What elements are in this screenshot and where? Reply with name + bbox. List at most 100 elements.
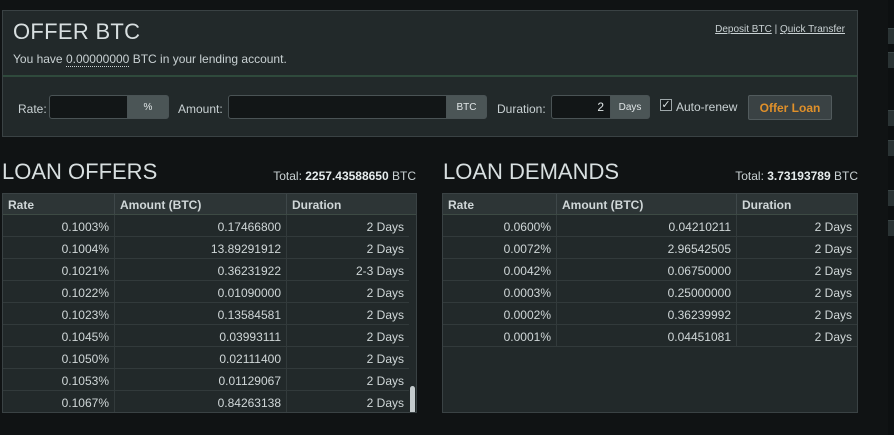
rate-cell: 0.1023% <box>3 303 115 324</box>
rate-label: Rate: <box>18 102 47 116</box>
rate-cell: 0.0001% <box>443 325 557 346</box>
scrollbar-thumb[interactable] <box>410 386 415 412</box>
rate-cell: 0.1004% <box>3 237 115 258</box>
table-row[interactable]: 0.0002% 0.36239992 2 Days <box>443 303 857 325</box>
duration-input[interactable] <box>551 95 611 119</box>
amount-cell: 0.01090000 <box>115 281 287 302</box>
total-value: 3.73193789 <box>767 169 831 183</box>
rate-cell: 0.1067% <box>3 391 115 412</box>
right-edge-panel <box>888 0 894 435</box>
rate-cell: 0.1045% <box>3 325 115 346</box>
column-header-rate[interactable]: Rate <box>443 194 557 214</box>
edge-segment <box>888 28 894 44</box>
quick-transfer-link[interactable]: Quick Transfer <box>780 24 845 35</box>
edge-segment <box>888 140 894 156</box>
table-row[interactable]: 0.1045% 0.03993111 2 Days <box>3 325 416 347</box>
column-header-rate[interactable]: Rate <box>3 194 115 214</box>
autorenew-checkbox[interactable]: ✓ <box>660 99 672 111</box>
scrollbar[interactable] <box>409 216 416 412</box>
amount-cell: 0.17466800 <box>115 215 287 236</box>
rate-unit: % <box>127 95 169 119</box>
amount-label: Amount: <box>178 102 223 116</box>
edge-segment <box>888 220 894 236</box>
duration-cell: 2 Days <box>366 396 404 410</box>
total-unit: BTC <box>830 169 858 183</box>
column-header-amount[interactable]: Amount (BTC) <box>115 194 287 214</box>
column-header-duration[interactable]: Duration <box>287 194 416 214</box>
rate-input[interactable] <box>49 95 129 119</box>
offer-loan-button[interactable]: Offer Loan <box>748 95 832 120</box>
amount-cell: 0.36239992 <box>557 303 737 324</box>
edge-segment <box>888 110 894 126</box>
amount-cell: 0.01129067 <box>115 369 287 390</box>
balance-suffix: BTC in your lending account. <box>129 52 287 66</box>
amount-cell: 0.84263138 <box>115 391 287 412</box>
rate-cell: 0.1021% <box>3 259 115 280</box>
table-row[interactable]: 0.0600% 0.04210211 2 Days <box>443 215 857 237</box>
link-separator: | <box>771 24 780 35</box>
duration-cell: 2 Days <box>814 330 852 344</box>
table-row[interactable]: 0.0001% 0.04451081 2 Days <box>443 325 857 347</box>
rate-cell: 0.0072% <box>443 237 557 258</box>
table-row[interactable]: 0.1023% 0.13584581 2 Days <box>3 303 416 325</box>
total-unit: BTC <box>388 169 416 183</box>
amount-cell: 0.06750000 <box>557 259 737 280</box>
amount-cell: 13.89291912 <box>115 237 287 258</box>
rate-cell: 0.0003% <box>443 281 557 302</box>
rate-cell: 0.0002% <box>443 303 557 324</box>
offer-title: OFFER BTC <box>13 19 141 44</box>
amount-cell: 0.04451081 <box>557 325 737 346</box>
offer-links: Deposit BTC | Quick Transfer <box>715 24 845 35</box>
amount-unit: BTC <box>446 95 487 119</box>
table-row[interactable]: 0.1003% 0.17466800 2 Days <box>3 215 416 237</box>
amount-cell: 2.96542505 <box>557 237 737 258</box>
duration-cell: 2 Days <box>814 286 852 300</box>
amount-input[interactable] <box>228 95 448 119</box>
rate-cell: 0.0600% <box>443 215 557 236</box>
duration-cell: 2 Days <box>814 242 852 256</box>
table-row[interactable]: 0.1004% 13.89291912 2 Days <box>3 237 416 259</box>
offer-panel: OFFER BTC Deposit BTC | Quick Transfer Y… <box>2 10 858 137</box>
loan-offers-table[interactable]: Rate Amount (BTC) Duration 0.1003% 0.1746… <box>2 193 417 413</box>
table-row[interactable]: 0.0003% 0.25000000 2 Days <box>443 281 857 303</box>
table-row[interactable]: 0.1053% 0.01129067 2 Days <box>3 369 416 391</box>
column-header-amount[interactable]: Amount (BTC) <box>557 194 737 214</box>
table-row[interactable]: 0.0042% 0.06750000 2 Days <box>443 259 857 281</box>
total-label: Total: <box>735 169 768 183</box>
duration-label: Duration: <box>497 102 546 116</box>
lending-balance: You have 0.00000000 BTC in your lending … <box>13 52 287 67</box>
balance-amount[interactable]: 0.00000000 <box>65 52 130 67</box>
table-row[interactable]: 0.1050% 0.02111400 2 Days <box>3 347 416 369</box>
table-header: Rate Amount (BTC) Duration <box>443 194 857 215</box>
duration-cell: 2 Days <box>366 286 404 300</box>
duration-cell: 2 Days <box>814 264 852 278</box>
total-value: 2257.43588650 <box>305 169 389 183</box>
edge-segment <box>888 190 894 206</box>
rate-cell: 0.1050% <box>3 347 115 368</box>
balance-prefix: You have <box>13 52 66 66</box>
deposit-btc-link[interactable]: Deposit BTC <box>715 24 772 35</box>
loan-offers-total: Total: 2257.43588650 BTC <box>273 169 416 183</box>
loan-demands-table[interactable]: Rate Amount (BTC) Duration 0.0600% 0.0421… <box>442 193 858 413</box>
table-row[interactable]: 0.1067% 0.84263138 2 Days <box>3 391 416 412</box>
duration-cell: 2 Days <box>814 220 852 234</box>
amount-cell: 0.04210211 <box>557 215 737 236</box>
table-row[interactable]: 0.1022% 0.01090000 2 Days <box>3 281 416 303</box>
duration-cell: 2 Days <box>366 374 404 388</box>
table-row[interactable]: 0.0072% 2.96542505 2 Days <box>443 237 857 259</box>
duration-cell: 2 Days <box>366 308 404 322</box>
column-header-duration[interactable]: Duration <box>737 194 857 214</box>
duration-cell: 2 Days <box>366 220 404 234</box>
rate-cell: 0.1022% <box>3 281 115 302</box>
rate-cell: 0.1053% <box>3 369 115 390</box>
table-row[interactable]: 0.1021% 0.36231922 2-3 Days <box>3 259 416 281</box>
amount-cell: 0.25000000 <box>557 281 737 302</box>
amount-cell: 0.03993111 <box>115 325 287 346</box>
loan-demands-total: Total: 3.73193789 BTC <box>735 169 858 183</box>
autorenew-label[interactable]: Auto-renew <box>676 100 737 114</box>
duration-cell: 2 Days <box>366 242 404 256</box>
amount-cell: 0.13584581 <box>115 303 287 324</box>
total-label: Total: <box>273 169 306 183</box>
table-header: Rate Amount (BTC) Duration <box>3 194 416 215</box>
amount-cell: 0.02111400 <box>115 347 287 368</box>
